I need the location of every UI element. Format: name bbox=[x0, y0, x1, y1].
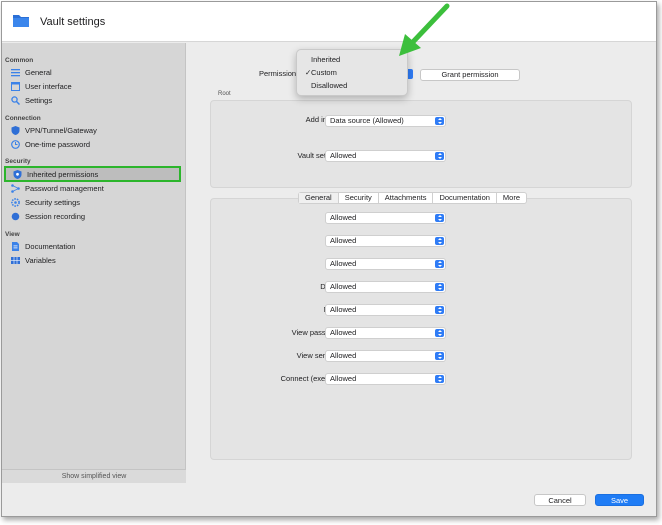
right-move-select[interactable]: Allowed bbox=[325, 304, 446, 316]
sidebar-item-settings[interactable]: Settings bbox=[11, 94, 181, 107]
title-bar: Vault settings bbox=[2, 2, 656, 42]
chevron-updown-icon bbox=[435, 375, 444, 383]
sidebar-item-label: Documentation bbox=[25, 242, 76, 251]
chevron-updown-icon bbox=[435, 214, 444, 222]
rights-group-box: View: Allowed Add: Allowed Edit: Allowed… bbox=[210, 198, 632, 460]
gear-icon bbox=[11, 198, 20, 207]
sidebar-item-one-time-password[interactable]: One-time password bbox=[11, 138, 181, 151]
chevron-updown-icon bbox=[435, 260, 444, 268]
chevron-updown-icon bbox=[435, 237, 444, 245]
sidebar-item-user-interface[interactable]: User interface bbox=[11, 80, 181, 93]
right-value: Allowed bbox=[330, 259, 357, 268]
sidebar-section-common: Common bbox=[5, 57, 34, 64]
chevron-updown-icon bbox=[435, 117, 444, 125]
permission-label: Permission bbox=[259, 69, 297, 78]
sidebar-item-session-recording[interactable]: Session recording bbox=[11, 210, 181, 223]
sidebar-item-label: Session recording bbox=[25, 212, 86, 221]
chevron-updown-icon bbox=[435, 352, 444, 360]
record-icon bbox=[11, 212, 20, 221]
right-edit-select[interactable]: Allowed bbox=[325, 258, 446, 270]
menu-item-label: Disallowed bbox=[311, 81, 348, 90]
chevron-updown-icon bbox=[435, 152, 444, 160]
sidebar-section-security: Security bbox=[5, 158, 31, 165]
main-panel: Permission Grant permission Root Add in … bbox=[187, 43, 656, 483]
sidebar-item-documentation[interactable]: Documentation bbox=[11, 240, 181, 253]
shield-icon bbox=[13, 169, 22, 179]
sidebar-item-label: General bbox=[25, 68, 52, 77]
chevron-updown-icon bbox=[435, 329, 444, 337]
sidebar-item-variables[interactable]: Variables bbox=[11, 254, 181, 267]
window-title: Vault settings bbox=[40, 16, 106, 28]
sidebar-item-label: VPN/Tunnel/Gateway bbox=[25, 126, 97, 135]
add-in-root-value: Data source (Allowed) bbox=[330, 116, 404, 125]
vault-settings-value: Allowed bbox=[330, 151, 357, 160]
right-view-password-select[interactable]: Allowed bbox=[325, 327, 446, 339]
sidebar-item-vpn-tunnel-gateway[interactable]: VPN/Tunnel/Gateway bbox=[11, 124, 181, 137]
dialog-footer: Cancel Save bbox=[2, 483, 656, 516]
right-value: Allowed bbox=[330, 351, 357, 360]
rights-tabs: General Security Attachments Documentati… bbox=[298, 192, 528, 204]
vault-settings-select[interactable]: Allowed bbox=[325, 150, 446, 162]
annotation-arrow-icon bbox=[399, 3, 450, 56]
sidebar-item-label: Variables bbox=[25, 256, 56, 265]
sidebar-item-label: Password management bbox=[25, 184, 104, 193]
sidebar-item-label: Security settings bbox=[25, 198, 81, 207]
right-add-select[interactable]: Allowed bbox=[325, 235, 446, 247]
root-group-label: Root bbox=[218, 91, 231, 97]
sidebar-item-security-settings[interactable]: Security settings bbox=[11, 196, 181, 209]
tab-documentation[interactable]: Documentation bbox=[433, 193, 497, 203]
sidebar-item-inherited-permissions[interactable]: Inherited permissions bbox=[4, 166, 181, 182]
right-value: Allowed bbox=[330, 282, 357, 291]
checkmark-icon: ✓ bbox=[305, 68, 312, 77]
root-group-box: Add in root: Data source (Allowed) Vault… bbox=[210, 100, 632, 188]
right-value: Allowed bbox=[330, 236, 357, 245]
network-icon bbox=[11, 184, 20, 193]
menu-item-inherited[interactable]: Inherited bbox=[301, 54, 405, 66]
menu-item-label: Inherited bbox=[311, 55, 341, 64]
right-view-sensitive-select[interactable]: Allowed bbox=[325, 350, 446, 362]
sidebar-item-label: One-time password bbox=[25, 140, 91, 149]
right-view-select[interactable]: Allowed bbox=[325, 212, 446, 224]
save-button[interactable]: Save bbox=[595, 494, 644, 506]
document-icon bbox=[11, 242, 20, 251]
right-value: Allowed bbox=[330, 213, 357, 222]
sidebar-item-general[interactable]: General bbox=[11, 66, 181, 79]
right-delete-select[interactable]: Allowed bbox=[325, 281, 446, 293]
right-connect-execute-select[interactable]: Allowed bbox=[325, 373, 446, 385]
sidebar-item-label: Inherited permissions bbox=[27, 169, 99, 179]
tab-more[interactable]: More bbox=[497, 193, 526, 203]
sidebar: Common General User interface Settings C… bbox=[2, 43, 186, 483]
list-icon bbox=[11, 68, 20, 77]
chevron-updown-icon bbox=[435, 283, 444, 291]
sidebar-item-label: User interface bbox=[25, 82, 72, 91]
chevron-updown-icon bbox=[435, 306, 444, 314]
show-simplified-view-link[interactable]: Show simplified view bbox=[2, 469, 186, 483]
cancel-button[interactable]: Cancel bbox=[534, 494, 586, 506]
grant-permission-button[interactable]: Grant permission bbox=[420, 69, 520, 81]
add-in-root-select[interactable]: Data source (Allowed) bbox=[325, 115, 446, 127]
folder-icon bbox=[13, 15, 29, 27]
permission-dropdown-menu: Inherited ✓ Custom Disallowed bbox=[296, 49, 408, 96]
window-icon bbox=[11, 82, 20, 91]
sidebar-item-password-management[interactable]: Password management bbox=[11, 182, 181, 195]
right-value: Allowed bbox=[330, 305, 357, 314]
sidebar-item-label: Settings bbox=[25, 96, 53, 105]
sidebar-section-view: View bbox=[5, 231, 20, 238]
tab-general[interactable]: General bbox=[299, 193, 339, 203]
right-value: Allowed bbox=[330, 328, 357, 337]
menu-item-custom[interactable]: ✓ Custom bbox=[301, 67, 405, 79]
shield-icon bbox=[11, 126, 20, 135]
right-value: Allowed bbox=[330, 374, 357, 383]
tab-security[interactable]: Security bbox=[339, 193, 379, 203]
menu-item-disallowed[interactable]: Disallowed bbox=[301, 80, 405, 92]
sidebar-section-connection: Connection bbox=[5, 115, 41, 122]
search-gear-icon bbox=[11, 96, 21, 106]
tab-attachments[interactable]: Attachments bbox=[379, 193, 434, 203]
clock-icon bbox=[11, 140, 20, 149]
menu-item-label: Custom bbox=[311, 68, 337, 77]
grid-icon bbox=[11, 256, 20, 265]
